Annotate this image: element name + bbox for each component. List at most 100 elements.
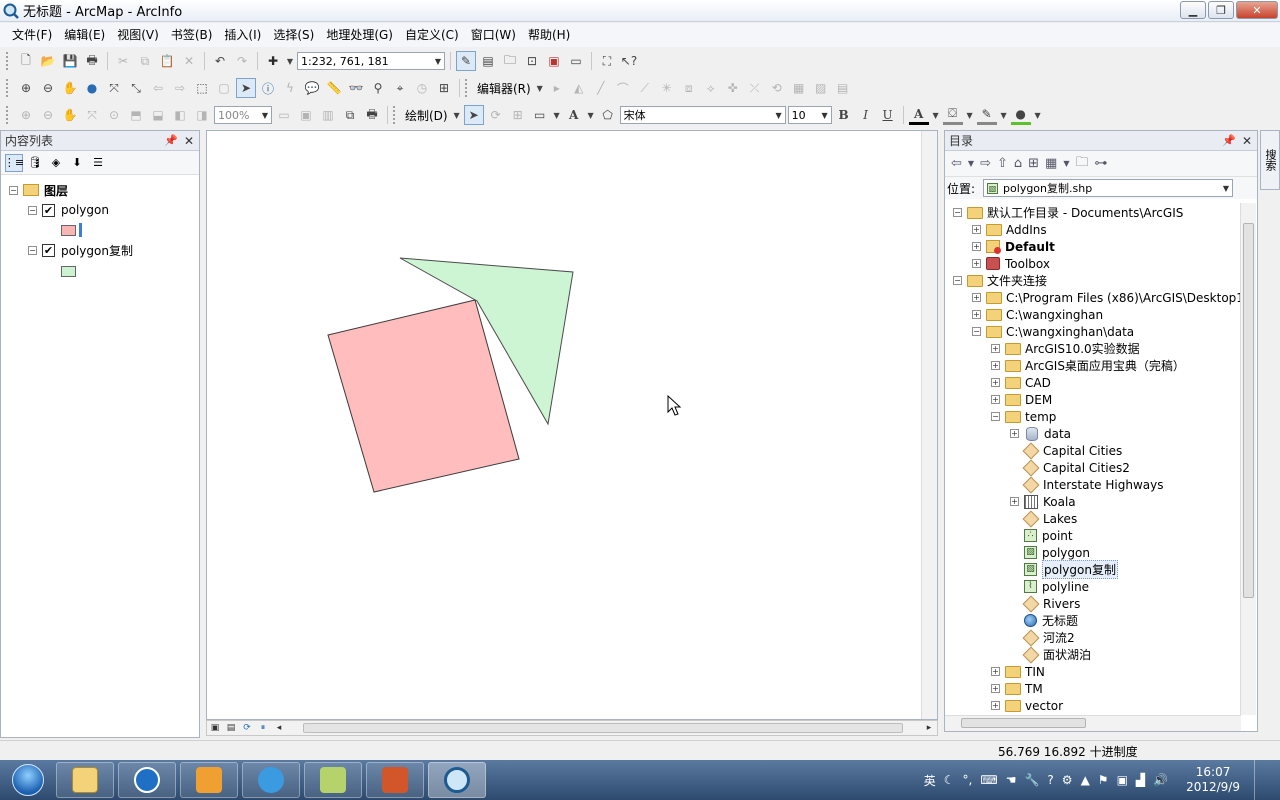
catalog-item[interactable]: + TIN	[991, 663, 1045, 680]
search-window-icon[interactable]: ⊡	[522, 51, 542, 71]
underline-button[interactable]: U	[878, 105, 898, 125]
expand-icon[interactable]: +	[972, 242, 981, 251]
go-to-xy-icon[interactable]: ⌖	[390, 78, 410, 98]
catalog-item[interactable]: − 默认工作目录 - Documents\ArcGIS	[953, 204, 1183, 221]
ime-indicator[interactable]: 英	[924, 772, 936, 789]
pin-icon[interactable]: 📌	[1222, 134, 1236, 147]
paste-icon[interactable]: 📋	[157, 51, 177, 71]
collapse-icon[interactable]: −	[953, 208, 962, 217]
clock[interactable]: 16:07 2012/9/9	[1186, 765, 1240, 795]
layout-zoom-in-icon[interactable]: ⊕	[16, 105, 36, 125]
menu-view[interactable]: 视图(V)	[111, 23, 165, 47]
identify-icon[interactable]: ⓘ	[258, 78, 278, 98]
chevron-down-icon[interactable]: ▼	[535, 78, 545, 98]
straight-segment-icon[interactable]: ╱	[591, 78, 611, 98]
catalog-item[interactable]: 河流2	[1010, 629, 1075, 646]
menu-selection[interactable]: 选择(S)	[267, 23, 320, 47]
catalog-item[interactable]: + ArcGIS桌面应用宝典（完稿）	[991, 357, 1185, 374]
save-icon[interactable]: 💾	[60, 51, 80, 71]
collapse-icon[interactable]: −	[28, 205, 37, 215]
arctoolbox-icon[interactable]: ▣	[544, 51, 564, 71]
maximize-button[interactable]: ❐	[1208, 1, 1234, 19]
connect-folder-icon[interactable]: ⊞	[1028, 156, 1039, 171]
draw-select-arrow-icon[interactable]: ➤	[463, 105, 484, 125]
measure-icon[interactable]: 📏	[324, 78, 344, 98]
scroll-right-icon[interactable]: ▸	[921, 721, 937, 735]
collapse-icon[interactable]: −	[28, 245, 37, 255]
catalog-item[interactable]: Interstate Highways	[1010, 476, 1163, 493]
start-button[interactable]	[4, 761, 52, 799]
point-icon[interactable]: ✳	[657, 78, 677, 98]
home-folder-icon[interactable]: ⌂	[1014, 156, 1022, 171]
settings-icon[interactable]: ⚙	[1062, 773, 1073, 787]
edit-vertices-draw-icon[interactable]: ⬠	[598, 105, 618, 125]
select-features-icon[interactable]: ⬚	[192, 78, 212, 98]
editor-menu[interactable]: 编辑器(R)	[475, 80, 533, 97]
expand-icon[interactable]: +	[972, 293, 981, 302]
taskbar-app-s[interactable]	[118, 762, 176, 798]
help-circle-icon[interactable]: ?	[1047, 773, 1053, 787]
catalog-item[interactable]: + AddIns	[972, 221, 1047, 238]
fixed-zoom-in-icon[interactable]: ⤧	[104, 78, 124, 98]
back-extent-icon[interactable]: ⇦	[148, 78, 168, 98]
catalog-item[interactable]: ⌇ polyline	[1010, 578, 1089, 595]
catalog-item[interactable]: 面状湖泊	[1010, 646, 1091, 663]
tray-expand-icon[interactable]: ▲	[1081, 773, 1090, 787]
expand-icon[interactable]: +	[991, 701, 1000, 710]
layer-visibility-checkbox[interactable]: ✔	[42, 243, 55, 257]
catalog-item[interactable]: − temp	[991, 408, 1056, 425]
refresh-icon[interactable]: ⟳	[239, 721, 255, 735]
list-by-visibility-icon[interactable]: ◈	[47, 154, 65, 172]
attributes-icon[interactable]: ▦	[789, 78, 809, 98]
layer-symbol-swatch[interactable]	[61, 224, 76, 236]
print-icon[interactable]: 🖶	[82, 51, 102, 71]
catalog-item[interactable]: + Toolbox	[972, 255, 1050, 272]
zoom-out-icon[interactable]: ⊖	[38, 78, 58, 98]
catalog-hscroll-thumb[interactable]	[961, 718, 1086, 728]
close-icon[interactable]: ✕	[1242, 134, 1252, 148]
toolbar-grip[interactable]	[465, 79, 471, 97]
taskbar-arccatalog[interactable]	[304, 762, 362, 798]
catalog-item[interactable]: − C:\wangxinghan\data	[972, 323, 1134, 340]
create-features-icon[interactable]: ▤	[833, 78, 853, 98]
volume-icon[interactable]: 🔊	[1153, 773, 1168, 787]
toolbar-grip[interactable]	[6, 106, 12, 124]
catalog-item[interactable]: ▧ polygon复制	[1010, 560, 1118, 579]
catalog-item[interactable]: + Koala	[1010, 493, 1076, 510]
up-one-level-icon[interactable]: ⇧	[997, 156, 1008, 171]
catalog-item[interactable]: − 文件夹连接	[953, 272, 1047, 289]
select-elements-arrow-icon[interactable]: ➤	[236, 78, 256, 98]
catalog-item[interactable]: + vector	[991, 697, 1063, 714]
punctuation-icon[interactable]: °,	[963, 773, 973, 787]
scroll-left-icon[interactable]: ◂	[271, 721, 287, 735]
catalog-item[interactable]: + Default	[972, 238, 1055, 255]
layer-symbol-swatch[interactable]	[61, 265, 76, 277]
toc-layer-polygon-copy[interactable]: − ✔ polygon复制	[28, 241, 133, 259]
layout-print-icon[interactable]: 🖶	[362, 105, 382, 125]
chevron-down-icon[interactable]: ▼	[1033, 105, 1043, 125]
catalog-window-icon[interactable]: 🗀	[500, 51, 520, 71]
taskbar-explorer[interactable]	[56, 762, 114, 798]
catalog-item[interactable]: Lakes	[1010, 510, 1077, 527]
zoom-to-selected-icon[interactable]: ⊞	[508, 105, 528, 125]
layout-pan-icon[interactable]: ✋	[60, 105, 80, 125]
rotate-icon[interactable]: ⟲	[767, 78, 787, 98]
toolbar-grip[interactable]	[6, 52, 12, 70]
line-color-pen-icon[interactable]: ✎	[976, 105, 997, 125]
marker-color-icon[interactable]: ●	[1010, 105, 1031, 125]
expand-icon[interactable]: +	[991, 378, 1000, 387]
menu-edit[interactable]: 编辑(E)	[58, 23, 111, 47]
menu-help[interactable]: 帮助(H)	[522, 23, 576, 47]
chevron-down-icon[interactable]: ▼	[452, 105, 462, 125]
back-arrow-icon[interactable]: ⇦	[951, 156, 962, 171]
zoom-whole-page-icon[interactable]: ⤧	[82, 105, 102, 125]
data-driven-pages-icon[interactable]: ⧉	[340, 105, 360, 125]
network-icon[interactable]: ⚑	[1098, 773, 1109, 787]
expand-icon[interactable]: +	[991, 361, 1000, 370]
rectangle-icon[interactable]: ▭	[530, 105, 550, 125]
change-layout-icon[interactable]: ▥	[318, 105, 338, 125]
taskbar-powerpoint[interactable]	[366, 762, 424, 798]
catalog-item[interactable]: 无标题	[1010, 612, 1078, 629]
toolbar-grip[interactable]	[6, 79, 12, 97]
toc-options-icon[interactable]: ☰	[89, 154, 107, 172]
